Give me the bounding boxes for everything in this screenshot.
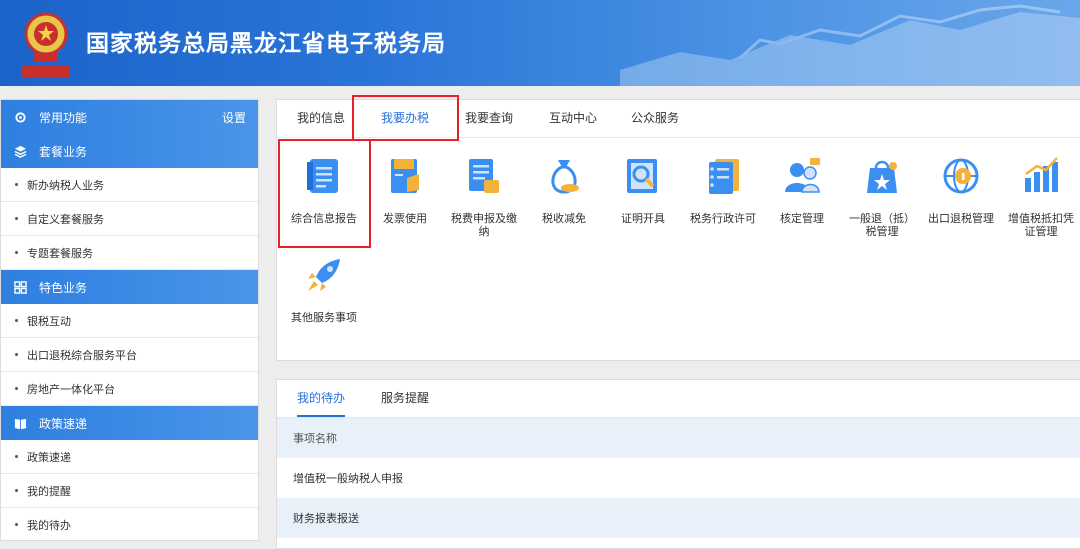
service-vat-deduction[interactable]: 增值税抵扣凭证管理 — [1003, 156, 1079, 238]
book-icon — [13, 416, 27, 430]
sidebar-item-label: 新办纳税人业务 — [27, 178, 104, 192]
sidebar: 常用功能 设置 套餐业务 新办纳税人业务 自定义套餐服务 专题套餐服务 特色业务… — [0, 99, 259, 541]
services-panel: 我的信息 我要办税 我要查询 互动中心 公众服务 综合信息报告 发票使用 税费申… — [276, 95, 1080, 361]
sidebar-item-real-estate[interactable]: 房地产一体化平台 — [1, 372, 258, 406]
service-other[interactable]: 其他服务事项 — [286, 255, 362, 324]
service-label: 其他服务事项 — [291, 311, 357, 324]
tab-my-todo[interactable]: 我的待办 — [297, 380, 346, 417]
section-package-business[interactable]: 套餐业务 — [1, 134, 258, 168]
service-label: 证明开具 — [621, 212, 665, 225]
money-bag-icon — [551, 160, 579, 194]
sidebar-item-label: 我的提醒 — [27, 484, 71, 498]
table-row[interactable]: 增值税一般纳税人申报 — [277, 458, 1080, 498]
tax-emblem-logo — [18, 8, 74, 80]
site-header: 国家税务总局黑龙江省电子税务局 — [0, 0, 1080, 86]
site-title: 国家税务总局黑龙江省电子税务局 — [86, 31, 446, 57]
service-label: 核定管理 — [780, 212, 824, 225]
notebook-icon — [709, 159, 739, 194]
bullet — [15, 489, 18, 492]
sidebar-item-reminders[interactable]: 我的提醒 — [1, 474, 258, 508]
service-invoice-use[interactable]: 发票使用 — [367, 156, 443, 225]
great-wall-backdrop — [620, 4, 1080, 86]
bullet — [15, 387, 18, 390]
settings-link[interactable]: 设置 — [222, 109, 246, 126]
invoice-book-icon — [391, 159, 419, 193]
service-label: 税收减免 — [542, 212, 586, 225]
main-tabs: 我的信息 我要办税 我要查询 互动中心 公众服务 — [277, 100, 1080, 138]
bullet — [15, 319, 18, 322]
tab-my-info[interactable]: 我的信息 — [297, 100, 345, 137]
layers-icon — [13, 144, 27, 158]
service-label: 一般退（抵）税管理 — [849, 212, 915, 238]
service-label: 综合信息报告 — [291, 212, 357, 225]
sidebar-item-new-taxpayer[interactable]: 新办纳税人业务 — [1, 168, 258, 202]
service-label: 税务行政许可 — [690, 212, 756, 225]
section-policy-express[interactable]: 政策速递 — [1, 406, 258, 440]
bar-chart-icon — [1025, 157, 1058, 192]
tab-query[interactable]: 我要查询 — [465, 100, 513, 137]
sidebar-item-label: 银税互动 — [27, 314, 71, 328]
todo-tabs: 我的待办 服务提醒 — [277, 380, 1080, 418]
service-certificate-issuance[interactable]: 证明开具 — [605, 156, 681, 225]
sidebar-item-label: 政策速递 — [27, 450, 71, 464]
bullet — [15, 523, 18, 526]
bullet — [15, 183, 18, 186]
bullet — [15, 353, 18, 356]
section-title: 套餐业务 — [39, 144, 88, 159]
sidebar-item-todo[interactable]: 我的待办 — [1, 508, 258, 540]
service-general-refund[interactable]: 一般退（抵）税管理 — [844, 156, 920, 238]
table-row[interactable]: 财务报表报送 — [277, 498, 1080, 538]
bullet — [15, 455, 18, 458]
tab-interaction-center[interactable]: 互动中心 — [549, 100, 597, 137]
sidebar-item-label: 出口退税综合服务平台 — [27, 348, 137, 362]
bullet — [15, 217, 18, 220]
sidebar-item-label: 专题套餐服务 — [27, 246, 93, 260]
section-title: 政策速递 — [39, 416, 88, 431]
users-icon — [785, 158, 820, 193]
service-export-refund[interactable]: 出口退税管理 — [923, 156, 999, 225]
service-tax-reduction[interactable]: 税收减免 — [526, 156, 602, 225]
tab-public-services[interactable]: 公众服务 — [631, 100, 679, 137]
service-label: 出口退税管理 — [928, 212, 994, 225]
service-tax-declaration[interactable]: 税费申报及缴纳 — [446, 156, 522, 238]
todo-item-label: 财务报表报送 — [293, 512, 359, 525]
sidebar-item-label: 房地产一体化平台 — [27, 382, 115, 396]
service-label: 增值税抵扣凭证管理 — [1008, 212, 1074, 238]
tax-declaration-icon — [469, 159, 499, 193]
sidebar-item-policy[interactable]: 政策速递 — [1, 440, 258, 474]
section-special-business[interactable]: 特色业务 — [1, 270, 258, 304]
report-document-icon — [307, 159, 338, 193]
sidebar-item-topic-package[interactable]: 专题套餐服务 — [1, 236, 258, 270]
section-common-functions[interactable]: 常用功能 设置 — [1, 100, 258, 134]
service-comprehensive-report[interactable]: 综合信息报告 — [286, 156, 362, 225]
globe-info-icon — [943, 158, 979, 194]
service-label: 税费申报及缴纳 — [451, 212, 517, 238]
service-administrative-license[interactable]: 税务行政许可 — [685, 156, 761, 225]
sidebar-item-export-refund[interactable]: 出口退税综合服务平台 — [1, 338, 258, 372]
certificate-search-icon — [627, 159, 657, 193]
tab-handle-tax[interactable]: 我要办税 — [381, 100, 429, 137]
column-item-name: 事项名称 — [293, 432, 337, 445]
sidebar-item-label: 我的待办 — [27, 518, 71, 532]
sidebar-item-bank-tax[interactable]: 银税互动 — [1, 304, 258, 338]
todo-item-label: 增值税一般纳税人申报 — [293, 472, 403, 485]
sidebar-item-custom-package[interactable]: 自定义套餐服务 — [1, 202, 258, 236]
todo-table-header: 事项名称 — [277, 418, 1080, 458]
service-assessment-management[interactable]: 核定管理 — [764, 156, 840, 225]
service-label: 发票使用 — [383, 212, 427, 225]
sidebar-item-label: 自定义套餐服务 — [27, 212, 104, 226]
todo-panel: 我的待办 服务提醒 事项名称 增值税一般纳税人申报 财务报表报送 — [276, 379, 1080, 549]
grid-icon — [13, 280, 27, 294]
section-title: 常用功能 — [39, 110, 88, 125]
tax-refund-bag-icon — [867, 160, 897, 193]
tab-service-reminders[interactable]: 服务提醒 — [381, 380, 429, 417]
gear-icon — [13, 110, 27, 124]
bullet — [15, 251, 18, 254]
rocket-icon — [308, 259, 340, 291]
section-title: 特色业务 — [39, 280, 88, 295]
